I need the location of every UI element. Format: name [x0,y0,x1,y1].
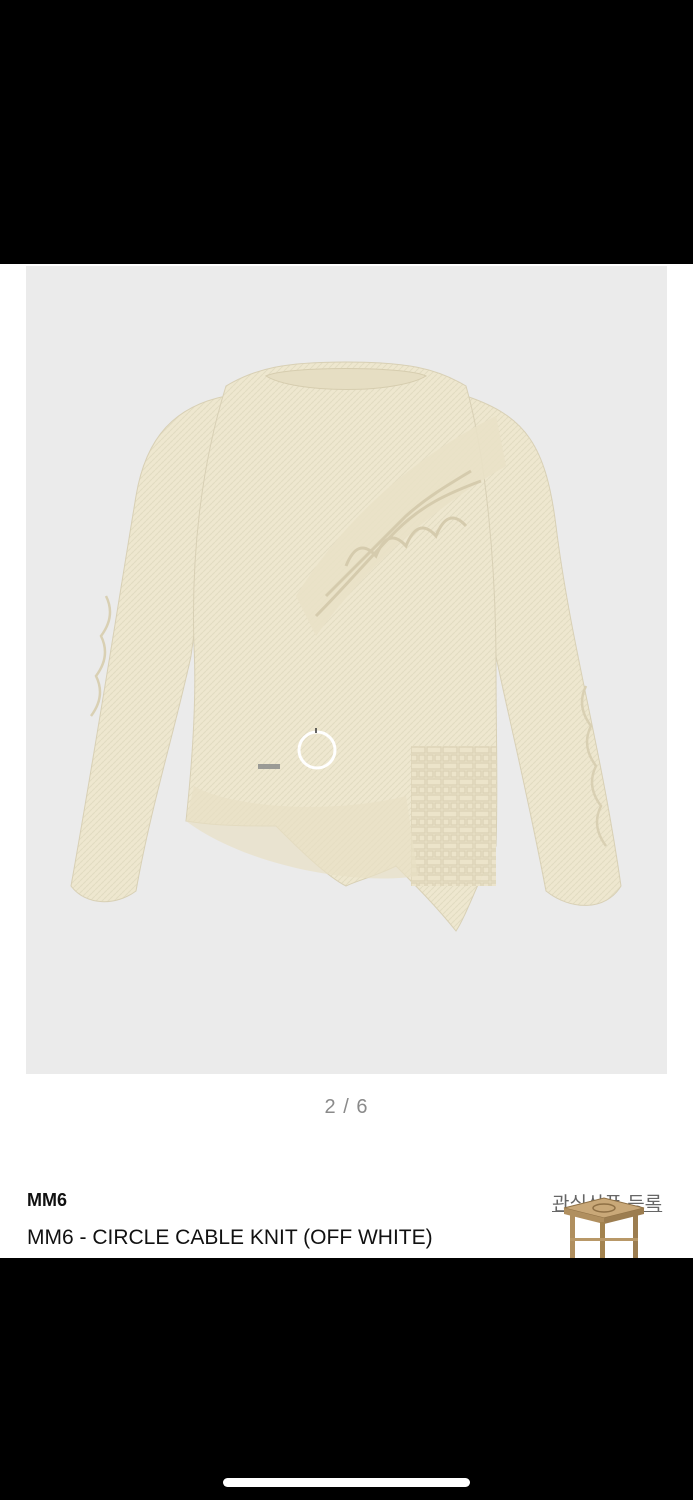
product-title: MM6 - CIRCLE CABLE KNIT (OFF WHITE) [27,1226,433,1249]
top-black-bar [0,0,693,264]
home-indicator[interactable] [223,1478,470,1487]
gallery-pager: 2 / 6 [324,1096,369,1118]
stool-icon[interactable] [560,1194,648,1258]
bottom-black-bar [0,1258,693,1500]
loading-ring-icon [297,728,337,770]
product-image[interactable] [26,266,667,1074]
sweater-illustration [70,361,622,932]
product-brand[interactable]: MM6 [27,1190,67,1211]
product-sheet: 2 / 6 MM6 MM6 - CIRCLE CABLE KNIT (OFF W… [0,264,693,1258]
